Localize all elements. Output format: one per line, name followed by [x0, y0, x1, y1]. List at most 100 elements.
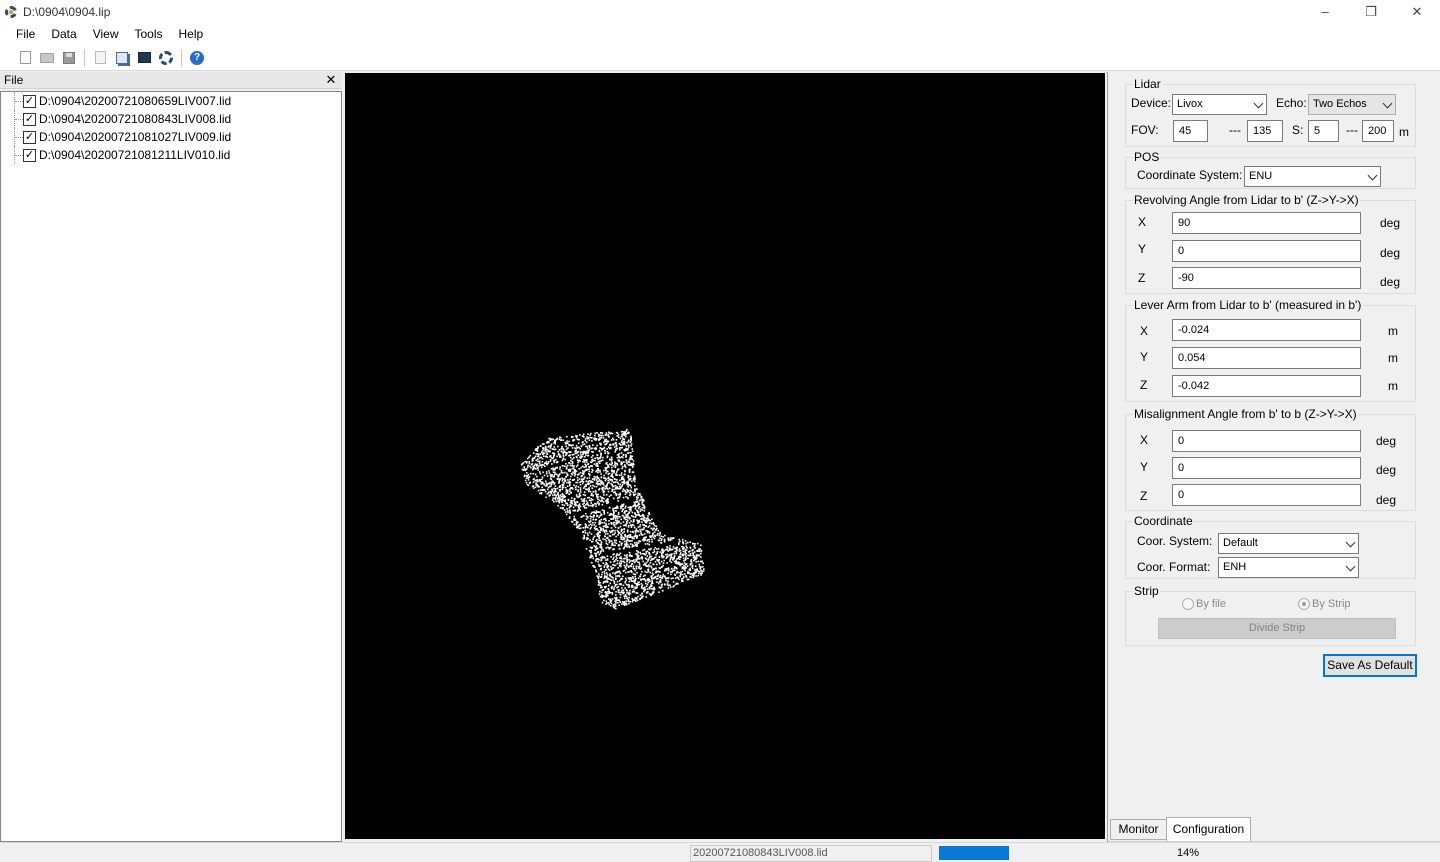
fov-max-input[interactable]: 135 — [1247, 120, 1283, 142]
tab-monitor[interactable]: Monitor — [1110, 819, 1167, 840]
coor-format-select[interactable]: ENH — [1218, 557, 1359, 578]
chevron-down-icon — [1367, 170, 1378, 181]
file-checkbox[interactable]: ✓ — [23, 94, 36, 108]
progress-fill — [939, 846, 1009, 860]
by-file-radio[interactable]: By file — [1182, 598, 1226, 610]
menu-help[interactable]: Help — [171, 23, 212, 45]
tree-item[interactable]: ✓ D:\0904\20200721081211LIV010.lid — [1, 146, 341, 164]
coor-system-select[interactable]: Default — [1218, 533, 1359, 554]
revolving-x-label: X — [1138, 215, 1147, 229]
misalign-y-unit: deg — [1376, 463, 1397, 477]
copy-icon — [116, 51, 128, 64]
echo-label: Echo: — [1276, 96, 1307, 110]
lever-y-input[interactable]: 0.054 — [1172, 347, 1361, 369]
s-label: S: — [1292, 123, 1304, 137]
tree-item[interactable]: ✓ D:\0904\20200721080659LIV007.lid — [1, 92, 341, 110]
help-button[interactable]: ? — [186, 47, 208, 69]
close-panel-icon[interactable]: ✕ — [324, 72, 338, 88]
lever-x-unit: m — [1388, 324, 1398, 338]
point-cloud-render — [520, 428, 705, 610]
tree-connector — [14, 146, 23, 164]
tree-connector — [14, 110, 23, 128]
revolving-x-input[interactable]: 90 — [1172, 212, 1361, 234]
tree-item[interactable]: ✓ D:\0904\20200721080843LIV008.lid — [1, 110, 341, 128]
close-window-button[interactable]: ✕ — [1394, 0, 1440, 23]
toolbar-separator — [181, 48, 182, 67]
misalign-z-input[interactable]: 0 — [1172, 484, 1361, 506]
revolving-x-unit: deg — [1380, 216, 1401, 230]
toolbar: ? — [0, 45, 1440, 71]
divide-strip-button[interactable]: Divide Strip — [1158, 618, 1396, 639]
pos-cs-value: ENU — [1249, 170, 1273, 182]
export-button[interactable] — [89, 47, 111, 69]
tree-connector — [14, 92, 23, 110]
lever-z-label: Z — [1140, 378, 1148, 392]
toolbar-separator — [84, 48, 85, 67]
menu-file[interactable]: File — [8, 23, 43, 45]
file-panel-header: File ✕ — [0, 72, 342, 89]
tab-configuration[interactable]: Configuration — [1166, 817, 1251, 841]
misalign-x-input[interactable]: 0 — [1172, 430, 1361, 452]
misalign-group-title: Misalignment Angle from b' to b (Z->Y->X… — [1133, 407, 1358, 421]
pos-cs-label: Coordinate System: — [1137, 168, 1243, 182]
app-logo-icon — [4, 5, 18, 19]
file-checkbox[interactable]: ✓ — [23, 130, 36, 144]
menu-tools[interactable]: Tools — [127, 23, 171, 45]
misalign-y-input[interactable]: 0 — [1172, 457, 1361, 479]
tree-item[interactable]: ✓ D:\0904\20200721081027LIV009.lid — [1, 128, 341, 146]
menu-view[interactable]: View — [85, 23, 127, 45]
progress-text: 14% — [1177, 847, 1200, 859]
chevron-down-icon — [1345, 561, 1356, 572]
help-icon: ? — [190, 50, 204, 65]
chevron-down-icon — [1382, 98, 1393, 109]
echo-select[interactable]: Two Echos — [1308, 94, 1396, 115]
lever-z-input[interactable]: -0.042 — [1172, 375, 1361, 397]
revolving-y-label: Y — [1138, 242, 1147, 256]
coor-system-value: Default — [1223, 537, 1258, 549]
pos-cs-select[interactable]: ENU — [1244, 166, 1381, 187]
save-as-default-button[interactable]: Save As Default — [1323, 654, 1417, 677]
chevron-down-icon — [1253, 98, 1264, 109]
monitor-icon — [137, 52, 151, 63]
point-cloud-viewport[interactable] — [345, 73, 1105, 839]
s-separator: --- — [1346, 123, 1358, 137]
save-button[interactable] — [58, 47, 80, 69]
settings-button[interactable] — [155, 47, 177, 69]
monitor-button[interactable] — [133, 47, 155, 69]
misalign-y-label: Y — [1140, 460, 1149, 474]
new-icon — [19, 51, 31, 64]
export-icon — [94, 51, 106, 64]
fov-label: FOV: — [1131, 123, 1159, 137]
file-checkbox[interactable]: ✓ — [23, 148, 36, 162]
lever-z-unit: m — [1388, 379, 1398, 393]
file-checkbox[interactable]: ✓ — [23, 112, 36, 126]
s-max-input[interactable]: 200 — [1362, 120, 1394, 142]
copy-button[interactable] — [111, 47, 133, 69]
configuration-panel: Lidar Device: Livox Echo: Two Echos FOV:… — [1107, 72, 1440, 842]
open-button[interactable] — [36, 47, 58, 69]
lever-x-input[interactable]: -0.024 — [1172, 319, 1361, 341]
save-icon — [63, 51, 75, 64]
chevron-down-icon — [1345, 537, 1356, 548]
restore-button[interactable]: ❐ — [1348, 0, 1394, 23]
s-min-input[interactable]: 5 — [1308, 120, 1339, 142]
new-button[interactable] — [14, 47, 36, 69]
lever-y-unit: m — [1388, 351, 1398, 365]
status-bar: 20200721080843LIV008.lid 14% — [0, 842, 1440, 862]
revolving-z-input[interactable]: -90 — [1172, 267, 1361, 289]
fov-min-input[interactable]: 45 — [1173, 120, 1208, 142]
file-panel: File ✕ ✓ D:\0904\20200721080659LIV007.li… — [0, 72, 342, 842]
revolving-y-input[interactable]: 0 — [1172, 240, 1361, 262]
coordinate-group-title: Coordinate — [1133, 514, 1194, 528]
coor-format-value: ENH — [1223, 561, 1247, 573]
file-tree: ✓ D:\0904\20200721080659LIV007.lid ✓ D:\… — [0, 91, 342, 842]
radio-circle — [1182, 598, 1194, 610]
revolving-z-label: Z — [1138, 271, 1146, 285]
device-label: Device: — [1131, 96, 1172, 110]
menu-data[interactable]: Data — [43, 23, 84, 45]
misalign-x-unit: deg — [1376, 434, 1397, 448]
by-strip-radio[interactable]: By Strip — [1298, 598, 1351, 610]
device-select[interactable]: Livox — [1172, 94, 1267, 115]
minimize-button[interactable]: – — [1302, 0, 1348, 23]
echo-value: Two Echos — [1313, 98, 1367, 110]
